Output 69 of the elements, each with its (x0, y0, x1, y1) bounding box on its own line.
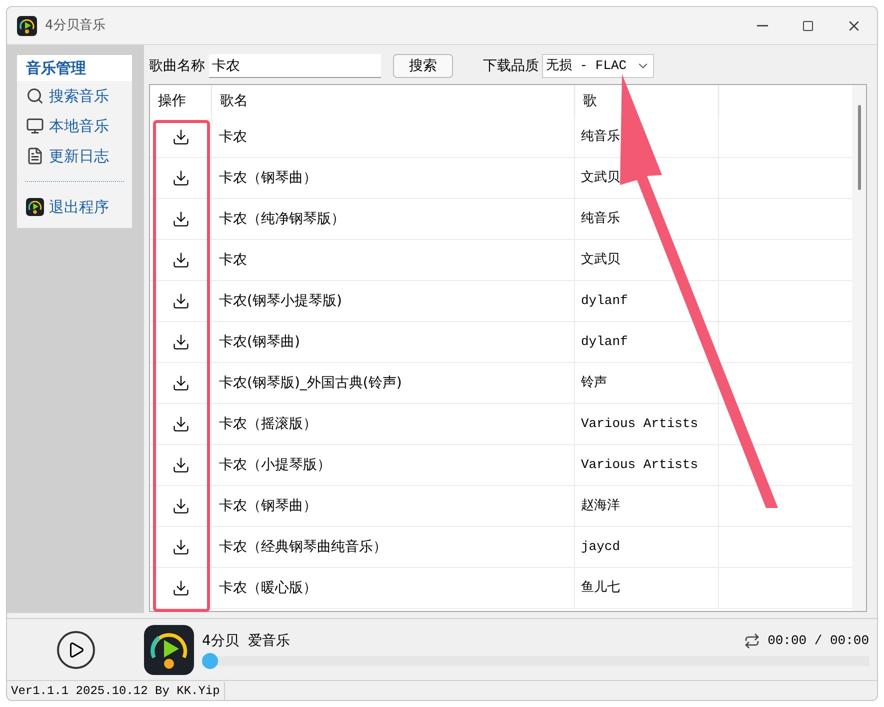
artist-cell: 赵海洋 (575, 486, 719, 526)
download-icon (172, 456, 190, 474)
song-title-cell: 卡农(钢琴小提琴版) (212, 281, 575, 321)
song-title-cell: 卡农(钢琴版)_外国古典(铃声) (212, 363, 575, 403)
song-title-cell: 卡农 (212, 117, 575, 157)
song-title-cell: 卡农（小提琴版） (212, 445, 575, 485)
quality-dropdown[interactable]: 无损 - FLAC (542, 54, 654, 78)
artist-cell: jaycd (575, 527, 719, 567)
song-name-field[interactable]: 卡农 (209, 54, 381, 78)
download-button[interactable] (172, 333, 190, 351)
download-icon (172, 333, 190, 351)
progress-slider[interactable] (202, 653, 869, 669)
album-art (144, 624, 194, 674)
sidebar-item[interactable]: 本地音乐 (17, 111, 109, 141)
download-button[interactable] (172, 579, 190, 597)
time-display: 00:00 / 00:00 (768, 632, 869, 650)
download-icon (172, 169, 190, 187)
sidebar-item[interactable]: 更新日志 (17, 141, 109, 171)
quality-label: 下载品质 (483, 56, 539, 76)
document-icon (26, 147, 44, 165)
column-header: 操作 (150, 85, 212, 117)
download-icon (172, 251, 190, 269)
download-icon (172, 415, 190, 433)
download-button[interactable] (172, 292, 190, 310)
song-title-cell: 卡农（经典钢琴曲纯音乐） (212, 527, 575, 567)
download-button[interactable] (172, 374, 190, 392)
song-title-cell: 卡农（纯净钢琴版） (212, 199, 575, 239)
song-title-cell: 卡农（摇滚版） (212, 404, 575, 444)
sidebar-title: 音乐管理 (17, 55, 132, 81)
download-button[interactable] (172, 538, 190, 556)
exit-button[interactable]: 退出程序 (17, 192, 109, 222)
window-title: 4分贝音乐 (45, 16, 106, 35)
download-button[interactable] (172, 128, 190, 146)
monitor-icon (26, 117, 44, 135)
download-icon (172, 128, 190, 146)
artist-cell: 鱼儿七 (575, 568, 719, 608)
song-title-cell: 卡农（钢琴曲） (212, 158, 575, 198)
song-name-label: 歌曲名称 (149, 56, 205, 76)
download-button[interactable] (172, 497, 190, 515)
download-icon (172, 210, 190, 228)
play-button[interactable] (56, 630, 94, 668)
maximize-icon (802, 20, 814, 32)
search-button[interactable]: 搜索 (393, 54, 453, 78)
sidebar-item[interactable]: 搜索音乐 (17, 81, 109, 111)
search-icon (26, 87, 44, 105)
repeat-icon[interactable] (744, 633, 760, 649)
download-button[interactable] (172, 169, 190, 187)
minimize-icon (756, 24, 768, 26)
download-icon (172, 374, 190, 392)
exit-icon (26, 198, 44, 216)
download-icon (172, 538, 190, 556)
progress-thumb[interactable] (202, 653, 218, 669)
song-title-cell: 卡农（暖心版） (212, 568, 575, 608)
download-button[interactable] (172, 210, 190, 228)
download-icon (172, 292, 190, 310)
player-title: 4分贝 爱音乐 (202, 632, 290, 650)
song-title-cell: 卡农(钢琴曲) (212, 322, 575, 362)
column-header: 歌名 (212, 85, 575, 117)
download-button[interactable] (172, 415, 190, 433)
song-title-cell: 卡农（钢琴曲） (212, 486, 575, 526)
app-logo (17, 16, 37, 36)
download-icon (172, 497, 190, 515)
artist-cell: Various Artists (575, 404, 719, 444)
version-label: Ver1.1.1 2025.10.12 By KK.Yip (7, 682, 225, 700)
download-icon (172, 579, 190, 597)
artist-cell: Various Artists (575, 445, 719, 485)
download-button[interactable] (172, 456, 190, 474)
download-button[interactable] (172, 251, 190, 269)
song-title-cell: 卡农 (212, 240, 575, 280)
